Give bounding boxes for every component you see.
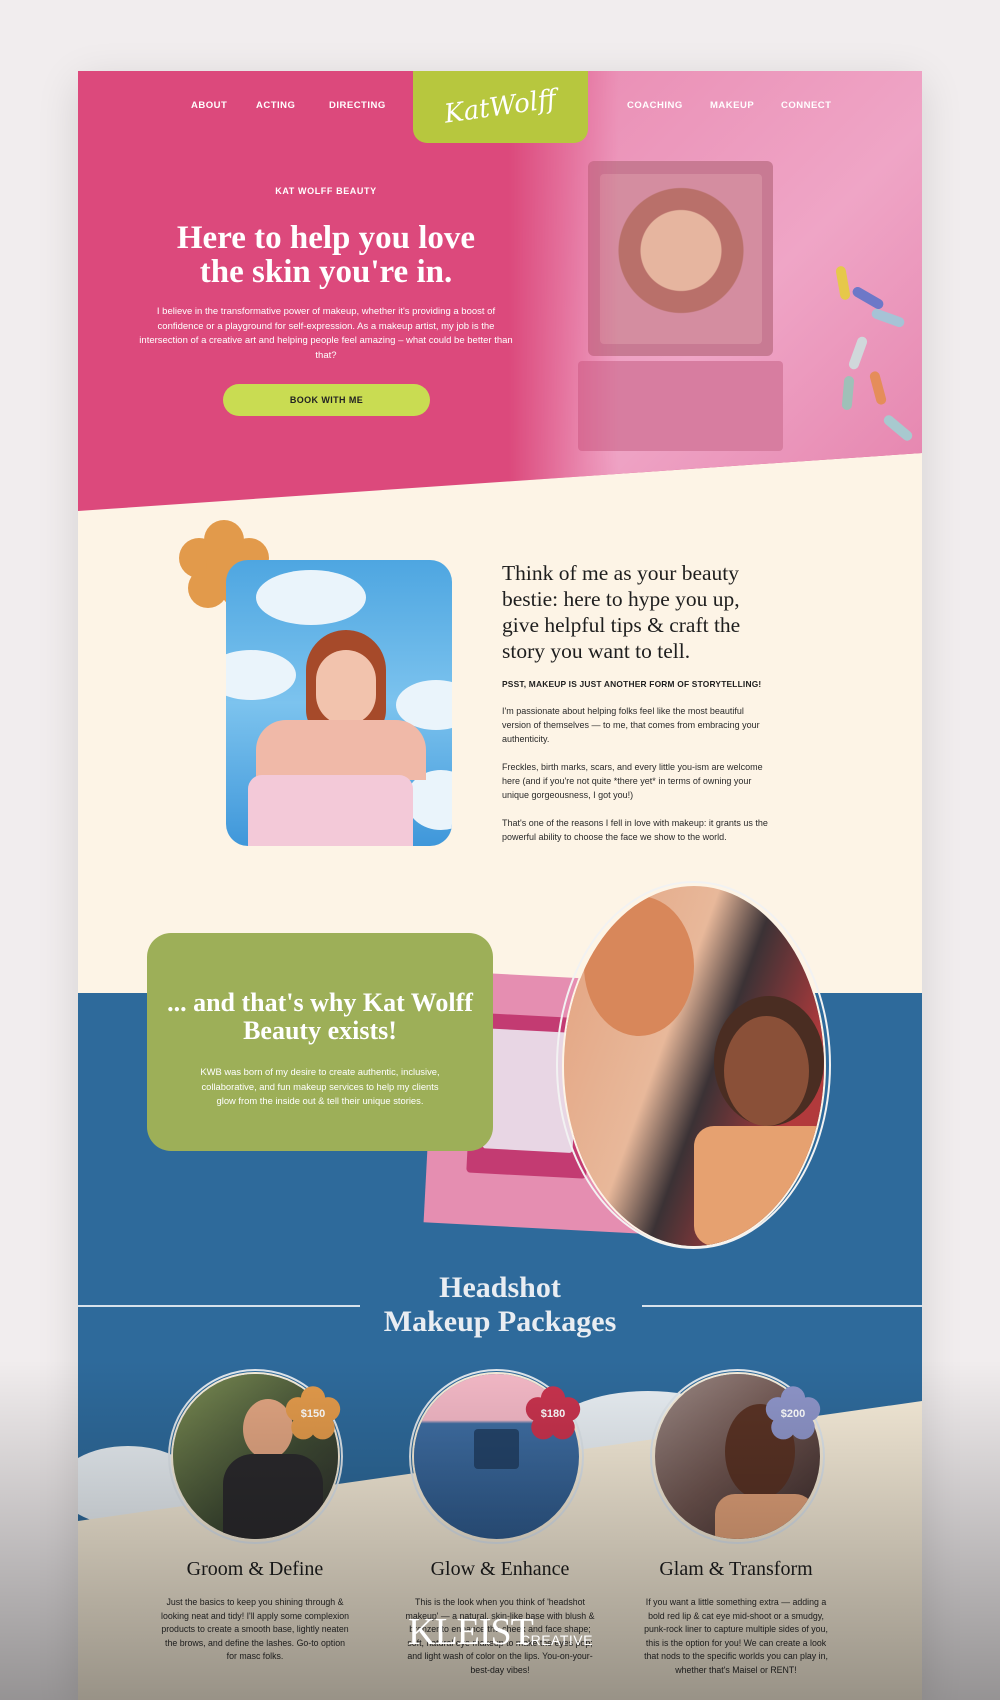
- jeans-pocket: [474, 1429, 519, 1469]
- top-nav: ABOUT ACTING DIRECTING KatWolff COACHING…: [78, 71, 922, 143]
- about-portrait-photo: [226, 560, 452, 846]
- pink-train-case: [248, 775, 413, 846]
- hair-clip: [868, 370, 888, 406]
- packages-title: Headshot Makeup Packages: [328, 1271, 672, 1339]
- package-title: Glam & Transform: [659, 1558, 813, 1580]
- cloud: [256, 570, 366, 625]
- oval-frame-ring: [556, 881, 831, 1249]
- nav-coaching[interactable]: COACHING: [627, 100, 683, 111]
- page: ABOUT ACTING DIRECTING KatWolff COACHING…: [78, 71, 922, 1700]
- hair-clip: [881, 413, 915, 443]
- package-title: Groom & Define: [186, 1558, 324, 1580]
- about-paragraph: Freckles, birth marks, scars, and every …: [502, 762, 763, 800]
- about-title: Think of me as your beauty bestie: here …: [502, 561, 741, 663]
- nav-connect[interactable]: CONNECT: [781, 100, 831, 111]
- hair-clip: [835, 265, 851, 301]
- nav-acting[interactable]: ACTING: [256, 100, 295, 111]
- book-with-me-button[interactable]: BOOK WITH ME: [223, 384, 430, 416]
- hair-clip: [850, 285, 886, 311]
- hero-section: ABOUT ACTING DIRECTING KatWolff COACHING…: [78, 71, 922, 511]
- hair-clip: [870, 307, 906, 329]
- hero-eyebrow: KAT WOLFF BEAUTY: [275, 186, 377, 196]
- hero-title: Here to help you love the skin you're in…: [78, 221, 574, 289]
- kwb-body: KWB was born of my desire to create auth…: [200, 1066, 440, 1106]
- title-divider-right: [642, 1305, 922, 1307]
- watermark-sub: CREATIVE: [520, 1632, 593, 1648]
- about-paragraph: I'm passionate about helping folks feel …: [502, 706, 760, 744]
- groom-shirt: [223, 1454, 323, 1539]
- hair-clip: [841, 375, 855, 411]
- portrait-arms: [256, 720, 426, 780]
- glam-top: [715, 1494, 815, 1539]
- package-title: Glow & Enhance: [430, 1558, 570, 1580]
- title-divider-left: [78, 1305, 360, 1307]
- package-price: $180: [540, 1408, 566, 1420]
- hero-body: I believe in the transformative power of…: [139, 306, 513, 361]
- cloud: [226, 650, 296, 700]
- hair-clip: [847, 335, 869, 371]
- kwb-card: ... and that's why Kat Wolff Beauty exis…: [147, 933, 493, 1151]
- hero-title-line: the skin you're in.: [199, 254, 453, 290]
- package-price: $150: [300, 1408, 326, 1420]
- hero-title-line: Here to help you love: [176, 220, 476, 256]
- packages-title-line: Headshot: [439, 1271, 561, 1304]
- watermark-main: KLEIST: [408, 1611, 534, 1653]
- package-price: $200: [780, 1408, 806, 1420]
- makeup-case-image: [578, 361, 783, 451]
- nav-directing[interactable]: DIRECTING: [329, 100, 386, 111]
- nav-makeup[interactable]: MAKEUP: [710, 100, 754, 111]
- nav-about[interactable]: ABOUT: [191, 100, 227, 111]
- about-paragraph: That's one of the reasons I fell in love…: [502, 818, 768, 842]
- about-eyebrow: PSST, MAKEUP IS JUST ANOTHER FORM OF STO…: [502, 679, 762, 689]
- portrait-face: [316, 650, 376, 725]
- package-description: Just the basics to keep you shining thro…: [161, 1597, 349, 1661]
- kleist-watermark: KLEIST CREATIVE: [408, 1610, 592, 1654]
- kwb-title: ... and that's why Kat Wolff Beauty exis…: [167, 988, 473, 1045]
- package-description: If you want a little something extra — a…: [644, 1597, 828, 1675]
- packages-title-line: Makeup Packages: [383, 1305, 617, 1338]
- signature-logo: KatWolff: [442, 84, 559, 130]
- mirror-reflection-image: [600, 174, 762, 344]
- logo-button[interactable]: KatWolff: [413, 71, 588, 143]
